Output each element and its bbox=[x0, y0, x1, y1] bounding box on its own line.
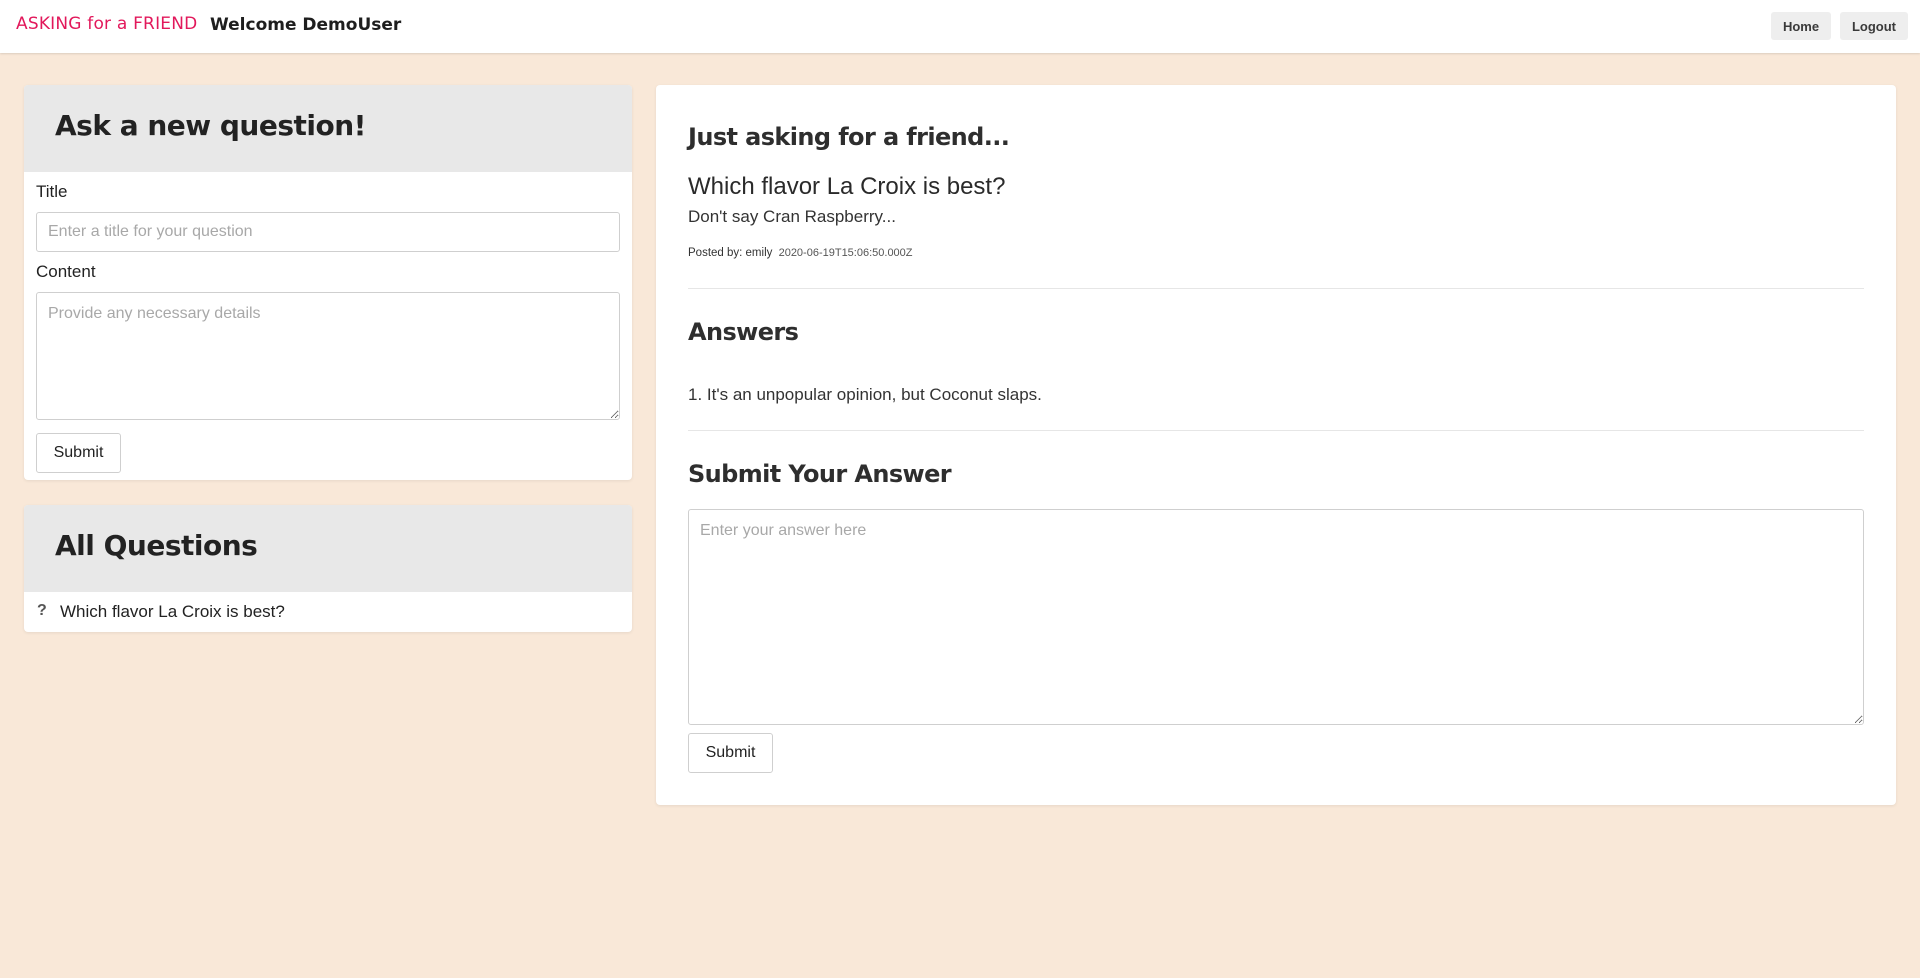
detail-heading: Just asking for a friend... bbox=[688, 123, 1010, 151]
question-mark-icon: ? bbox=[37, 602, 47, 619]
question-content-input[interactable] bbox=[36, 292, 620, 420]
content-label: Content bbox=[36, 262, 96, 281]
title-label: Title bbox=[36, 182, 68, 201]
answer-item: 1. It's an unpopular opinion, but Coconu… bbox=[688, 385, 1042, 404]
divider bbox=[688, 288, 1864, 289]
welcome-message: Welcome DemoUser bbox=[210, 15, 402, 35]
posted-by: Posted by: emily 2020-06-19T15:06:50.000… bbox=[688, 247, 913, 259]
ask-question-heading: Ask a new question! bbox=[55, 109, 366, 142]
answer-input[interactable] bbox=[688, 509, 1864, 725]
top-navbar: ASKING for a FRIEND Welcome DemoUser Hom… bbox=[0, 0, 1920, 53]
all-questions-header: All Questions bbox=[24, 505, 632, 592]
submit-answer-button[interactable]: Submit bbox=[688, 733, 773, 773]
ask-question-header: Ask a new question! bbox=[24, 85, 632, 172]
ask-question-card: Ask a new question! Title Content Submit bbox=[24, 85, 632, 480]
question-detail-card: Just asking for a friend... Which flavor… bbox=[656, 85, 1896, 805]
divider bbox=[688, 430, 1864, 431]
logout-button[interactable]: Logout bbox=[1840, 12, 1908, 40]
submit-question-button[interactable]: Submit bbox=[36, 433, 121, 473]
all-questions-heading: All Questions bbox=[55, 529, 258, 562]
submit-answer-heading: Submit Your Answer bbox=[688, 460, 952, 488]
question-list-item[interactable]: ? Which flavor La Croix is best? bbox=[24, 592, 632, 632]
question-title-input[interactable] bbox=[36, 212, 620, 252]
question-content: Don't say Cran Raspberry... bbox=[688, 207, 896, 226]
home-button[interactable]: Home bbox=[1771, 12, 1831, 40]
all-questions-card: All Questions ? Which flavor La Croix is… bbox=[24, 505, 632, 632]
answers-heading: Answers bbox=[688, 318, 799, 346]
brand-logo[interactable]: ASKING for a FRIEND bbox=[16, 14, 197, 34]
question-list-item-title[interactable]: Which flavor La Croix is best? bbox=[60, 602, 285, 622]
question-title: Which flavor La Croix is best? bbox=[688, 173, 1006, 200]
posted-by-user: Posted by: emily bbox=[688, 247, 773, 259]
posted-timestamp: 2020-06-19T15:06:50.000Z bbox=[778, 247, 913, 259]
